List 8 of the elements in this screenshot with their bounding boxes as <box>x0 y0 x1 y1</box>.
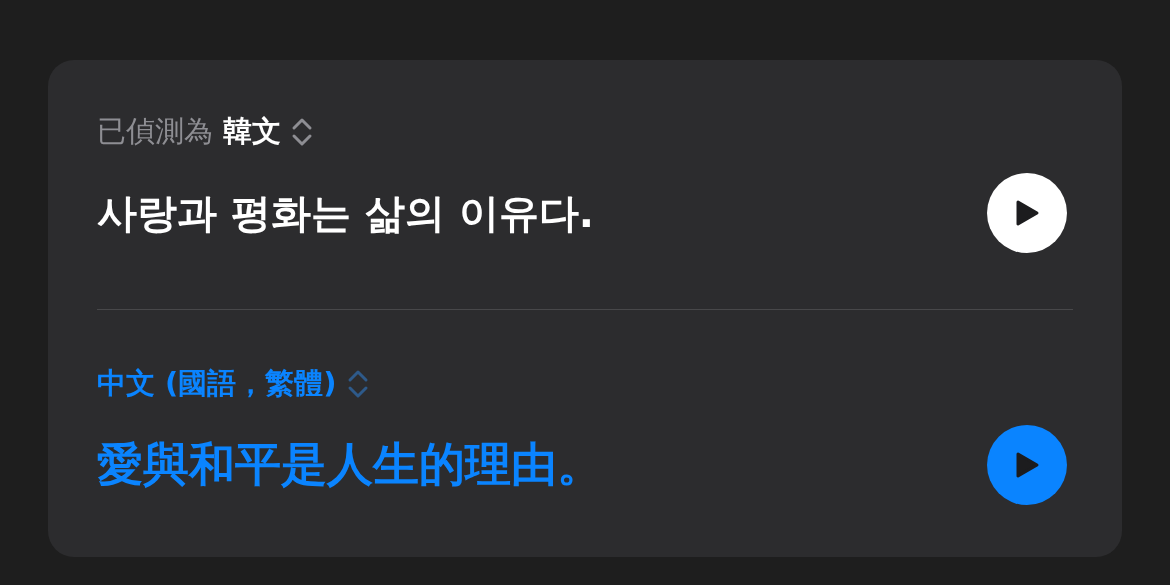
sentence-text: 사랑과 평화는 삶의 이유다. <box>97 188 594 238</box>
language-selector[interactable]: 韓文 <box>223 112 281 152</box>
play-icon <box>1014 451 1040 479</box>
play-icon <box>1014 199 1040 227</box>
detected-label: 已偵測為 <box>97 113 213 150</box>
chevron-updown-icon[interactable] <box>291 117 313 147</box>
language-selector[interactable]: 中文 (國語，繁體) <box>97 364 337 404</box>
sentence-text: 愛與和平是人生的理由。 <box>97 436 603 493</box>
